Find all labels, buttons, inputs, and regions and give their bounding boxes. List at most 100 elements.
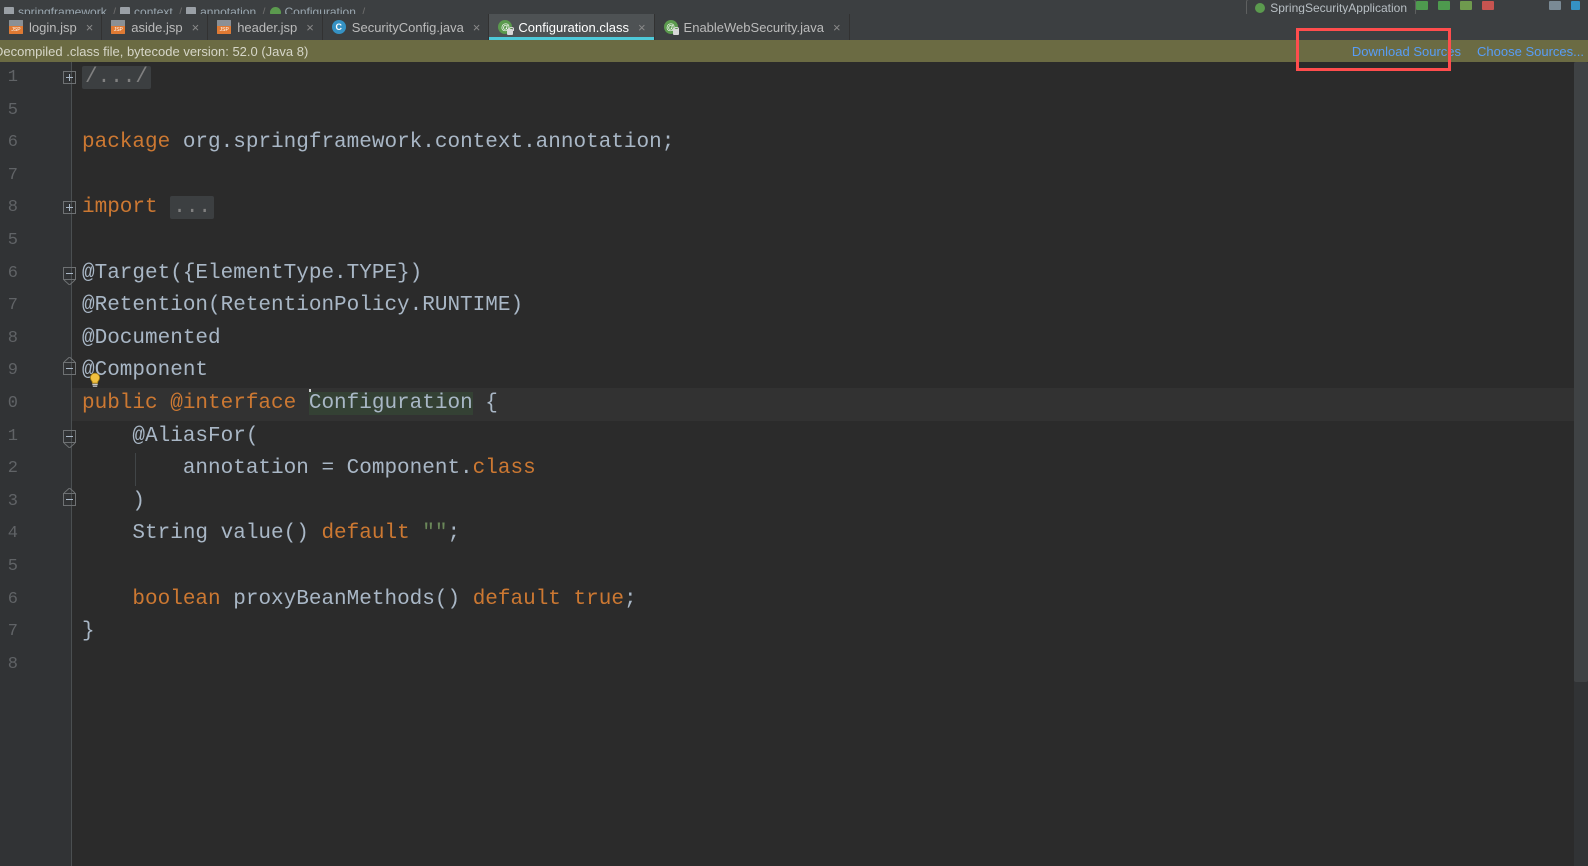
code-line[interactable]: 6 boolean proxyBeanMethods() default tru… <box>0 583 1588 617</box>
code-token: @Retention(RetentionPolicy.RUNTIME) <box>82 294 524 318</box>
breadcrumb-item-label: Configuration <box>284 5 356 14</box>
code-line[interactable]: 0 public @interface Configuration { <box>0 387 1588 421</box>
code-line-text: } <box>82 616 95 649</box>
line-number: 8 <box>7 198 18 218</box>
code-token: @Documented <box>82 326 221 350</box>
code-line[interactable]: 8 <box>0 649 1588 682</box>
editor-tab-label: Configuration.class <box>518 19 629 35</box>
code-line[interactable]: 2 annotation = Component.class <box>0 453 1588 486</box>
line-number: 5 <box>7 230 18 250</box>
breadcrumb-item-configuration[interactable]: Configuration <box>266 5 362 14</box>
fold-region-guide <box>71 322 72 356</box>
editor-tab-bar: login.jsp × aside.jsp × header.jsp × C Security… <box>0 14 1588 41</box>
fold-toggle-icon[interactable] <box>63 266 77 285</box>
breadcrumb-item-annotation[interactable]: annotation <box>182 5 262 14</box>
code-editor[interactable]: 1 /.../ 5 6 package org.springframework.cont… <box>0 62 1588 866</box>
line-number: 5 <box>7 556 18 576</box>
settings-icon[interactable] <box>1571 1 1580 10</box>
code-line[interactable]: 5 <box>0 225 1588 258</box>
stop-icon[interactable] <box>1482 1 1494 10</box>
close-icon[interactable]: × <box>833 21 841 34</box>
decompiled-file-banner: Decompiled .class file, bytecode version… <box>0 40 1588 63</box>
editor-scrollbar-thumb[interactable] <box>1574 62 1588 682</box>
toolbar-layout-group <box>1549 1 1580 10</box>
annotation-readonly-icon: @ <box>663 20 680 35</box>
intention-bulb-icon[interactable] <box>86 371 104 389</box>
line-number: 5 <box>7 100 18 120</box>
breadcrumb-item-springframework[interactable]: springframework <box>0 5 113 14</box>
debug-icon[interactable] <box>1438 1 1450 10</box>
fold-toggle-icon[interactable] <box>63 201 77 215</box>
code-line[interactable]: 4 String value() default ""; <box>0 518 1588 551</box>
code-line[interactable]: 5 <box>0 550 1588 584</box>
close-icon[interactable]: × <box>306 21 314 34</box>
code-line[interactable]: 7} <box>0 616 1588 649</box>
line-number: 4 <box>7 524 18 544</box>
toolbar-run-group <box>1416 1 1494 10</box>
close-icon[interactable]: × <box>473 21 481 34</box>
run-icon[interactable] <box>1416 1 1428 10</box>
fold-toggle-icon[interactable] <box>63 71 77 85</box>
error-marker-strip[interactable] <box>1574 62 1588 866</box>
lock-badge-icon <box>507 27 514 35</box>
editor-tab-login-jsp[interactable]: login.jsp × <box>0 14 103 40</box>
choose-sources-link[interactable]: Choose Sources... <box>1477 44 1584 59</box>
line-number: 8 <box>7 328 18 348</box>
code-line[interactable]: 5 <box>0 95 1588 128</box>
code-token: @interface <box>170 391 309 415</box>
code-line[interactable]: 9 @Component <box>0 355 1588 388</box>
editor-tab-aside-jsp[interactable]: aside.jsp × <box>102 14 209 40</box>
editor-tab-label: header.jsp <box>237 19 298 35</box>
breadcrumb-item-label: context <box>134 5 173 14</box>
download-sources-link[interactable]: Download Sources <box>1352 44 1461 59</box>
close-icon[interactable]: × <box>192 21 200 34</box>
fold-toggle-icon[interactable] <box>63 357 77 376</box>
editor-tab-header-jsp[interactable]: header.jsp × <box>208 14 323 40</box>
code-line[interactable]: 1 /.../ <box>0 62 1588 95</box>
code-token: class <box>472 457 536 481</box>
banner-message: Decompiled .class file, bytecode version… <box>0 43 309 59</box>
breadcrumb-item-label: annotation <box>200 5 257 14</box>
fold-region-guide <box>71 518 72 551</box>
editor-tab-configuration-class[interactable]: @ Configuration.class × <box>489 14 655 40</box>
code-line[interactable]: 8 import ... <box>0 192 1588 225</box>
code-line[interactable]: 8 @Documented <box>0 322 1588 356</box>
fold-toggle-icon[interactable] <box>63 429 77 448</box>
editor-tab-securityconfig-java[interactable]: C SecurityConfig.java × <box>323 14 490 40</box>
code-token: annotation = Component. <box>82 457 473 481</box>
code-line[interactable]: 6 package org.springframework.context.ann… <box>0 127 1588 160</box>
code-line[interactable]: 1 @AliasFor( <box>0 420 1588 454</box>
lock-badge-icon <box>672 27 680 35</box>
code-line[interactable]: 3 ) <box>0 485 1588 519</box>
code-token: { <box>472 391 498 415</box>
code-line-text: annotation = Component.class <box>82 453 536 486</box>
code-line[interactable]: 7 <box>0 160 1588 193</box>
fold-region-guide <box>71 616 72 649</box>
code-line-text: String value() default ""; <box>82 518 460 551</box>
code-line-text: package org.springframework.context.anno… <box>82 127 674 160</box>
editor-tab-enablewebsecurity-java[interactable]: @ EnableWebSecurity.java × <box>655 14 850 40</box>
code-token: boolean <box>132 587 221 611</box>
breadcrumb-separator: / <box>361 5 366 14</box>
run-configuration-widget[interactable]: SpringSecurityApplication <box>1246 0 1416 14</box>
jsp-file-icon <box>217 20 232 34</box>
close-icon[interactable]: × <box>638 21 646 34</box>
code-token: package <box>82 131 183 155</box>
run-with-coverage-icon[interactable] <box>1460 1 1472 10</box>
code-token: proxyBeanMethods() <box>220 587 473 611</box>
breadcrumb-item-context[interactable]: context <box>116 5 179 14</box>
code-line-text: import ... <box>82 192 215 225</box>
fold-toggle-icon[interactable] <box>63 487 77 506</box>
line-number: 8 <box>7 654 18 674</box>
code-token: } <box>82 620 95 644</box>
search-everywhere-icon[interactable] <box>1549 1 1561 10</box>
close-icon[interactable]: × <box>86 21 94 34</box>
code-line[interactable]: 7 @Retention(RetentionPolicy.RUNTIME) <box>0 290 1588 323</box>
code-line[interactable]: 6 @Target({ElementType.TYPE}) <box>0 257 1588 291</box>
fold-region-guide <box>71 583 72 617</box>
breadcrumb: springframework / context / annotation / Confi… <box>0 0 1588 14</box>
fold-region-guide <box>71 290 72 323</box>
code-token: ) <box>82 489 146 513</box>
line-number: 2 <box>7 459 18 479</box>
